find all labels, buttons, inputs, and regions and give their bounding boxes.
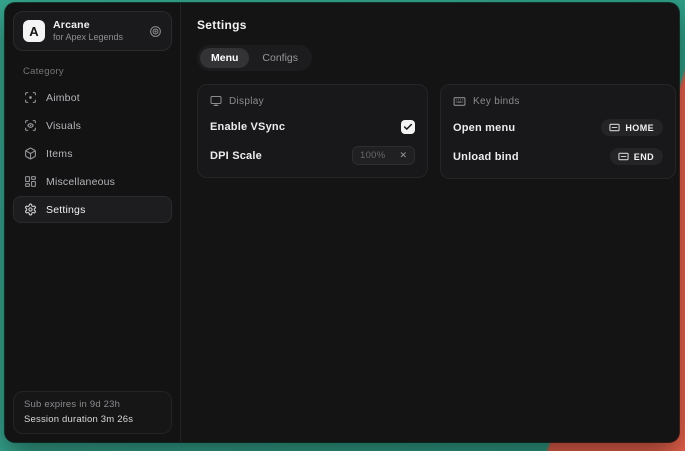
display-card-header: Display (210, 95, 415, 107)
app-window: A Arcane for Apex Legends Category (5, 3, 679, 442)
gear-icon (24, 203, 37, 216)
target-icon[interactable] (149, 25, 162, 38)
sidebar-item-label: Aimbot (46, 92, 80, 104)
package-icon (24, 147, 37, 160)
open-menu-label: Open menu (453, 122, 515, 134)
sidebar-item-settings[interactable]: Settings (13, 196, 172, 223)
tab-menu[interactable]: Menu (200, 48, 249, 68)
sidebar-item-label: Miscellaneous (46, 176, 115, 188)
crosshair-icon (24, 91, 37, 104)
sub-expiry-text: Sub expires in 9d 23h (24, 399, 161, 410)
dpi-scale-value: 100% (360, 150, 386, 161)
keyboard-icon (609, 122, 620, 133)
keybinds-card-header: Key binds (453, 95, 663, 108)
clear-icon[interactable]: ✕ (399, 151, 407, 160)
sidebar-item-label: Items (46, 148, 73, 160)
monitor-icon (210, 95, 222, 107)
subscription-card: Sub expires in 9d 23h Session duration 3… (13, 391, 172, 434)
brand-text: Arcane for Apex Legends (53, 19, 141, 42)
page-title: Settings (197, 18, 676, 32)
category-label: Category (23, 66, 162, 77)
vsync-checkbox[interactable] (401, 120, 415, 134)
brand-card: A Arcane for Apex Legends (13, 11, 172, 51)
keybinds-card-title: Key binds (473, 96, 520, 107)
sidebar-nav: Aimbot Visuals (13, 84, 172, 223)
vsync-row: Enable VSync (210, 117, 415, 136)
unload-bind-row: Unload bind END (453, 147, 663, 166)
keybinds-card: Key binds Open menu HOME Unload bin (440, 84, 676, 179)
unload-bind-keybind-button[interactable]: END (610, 148, 663, 165)
scan-eye-icon (24, 119, 37, 132)
sidebar-item-items[interactable]: Items (13, 140, 172, 167)
brand-logo: A (23, 20, 45, 42)
keyboard-icon (453, 95, 466, 108)
dpi-scale-input[interactable]: 100% ✕ (352, 146, 415, 165)
open-menu-key: HOME (625, 123, 654, 133)
keyboard-icon (618, 151, 629, 162)
display-card: Display Enable VSync DPI Scale 100% ✕ (197, 84, 428, 178)
open-menu-keybind-button[interactable]: HOME (601, 119, 663, 136)
sidebar-item-aimbot[interactable]: Aimbot (13, 84, 172, 111)
sidebar-item-label: Settings (46, 204, 86, 216)
dpi-label: DPI Scale (210, 150, 262, 162)
tab-configs[interactable]: Configs (251, 48, 309, 68)
open-menu-row: Open menu HOME (453, 118, 663, 137)
vsync-label: Enable VSync (210, 121, 285, 133)
cards-row: Display Enable VSync DPI Scale 100% ✕ (197, 84, 676, 179)
tab-bar: Menu Configs (197, 45, 312, 71)
layout-grid-icon (24, 175, 37, 188)
dpi-row: DPI Scale 100% ✕ (210, 146, 415, 165)
sidebar: A Arcane for Apex Legends Category (5, 3, 181, 442)
session-duration-text: Session duration 3m 26s (24, 414, 161, 425)
sidebar-item-visuals[interactable]: Visuals (13, 112, 172, 139)
display-card-title: Display (229, 96, 264, 107)
unload-bind-key: END (634, 152, 654, 162)
sidebar-item-miscellaneous[interactable]: Miscellaneous (13, 168, 172, 195)
main-content: Settings Menu Configs Display Enable VSy… (181, 3, 679, 442)
brand-name: Arcane (53, 19, 141, 31)
unload-bind-label: Unload bind (453, 151, 519, 163)
brand-subtitle: for Apex Legends (53, 32, 141, 42)
sidebar-item-label: Visuals (46, 120, 81, 132)
